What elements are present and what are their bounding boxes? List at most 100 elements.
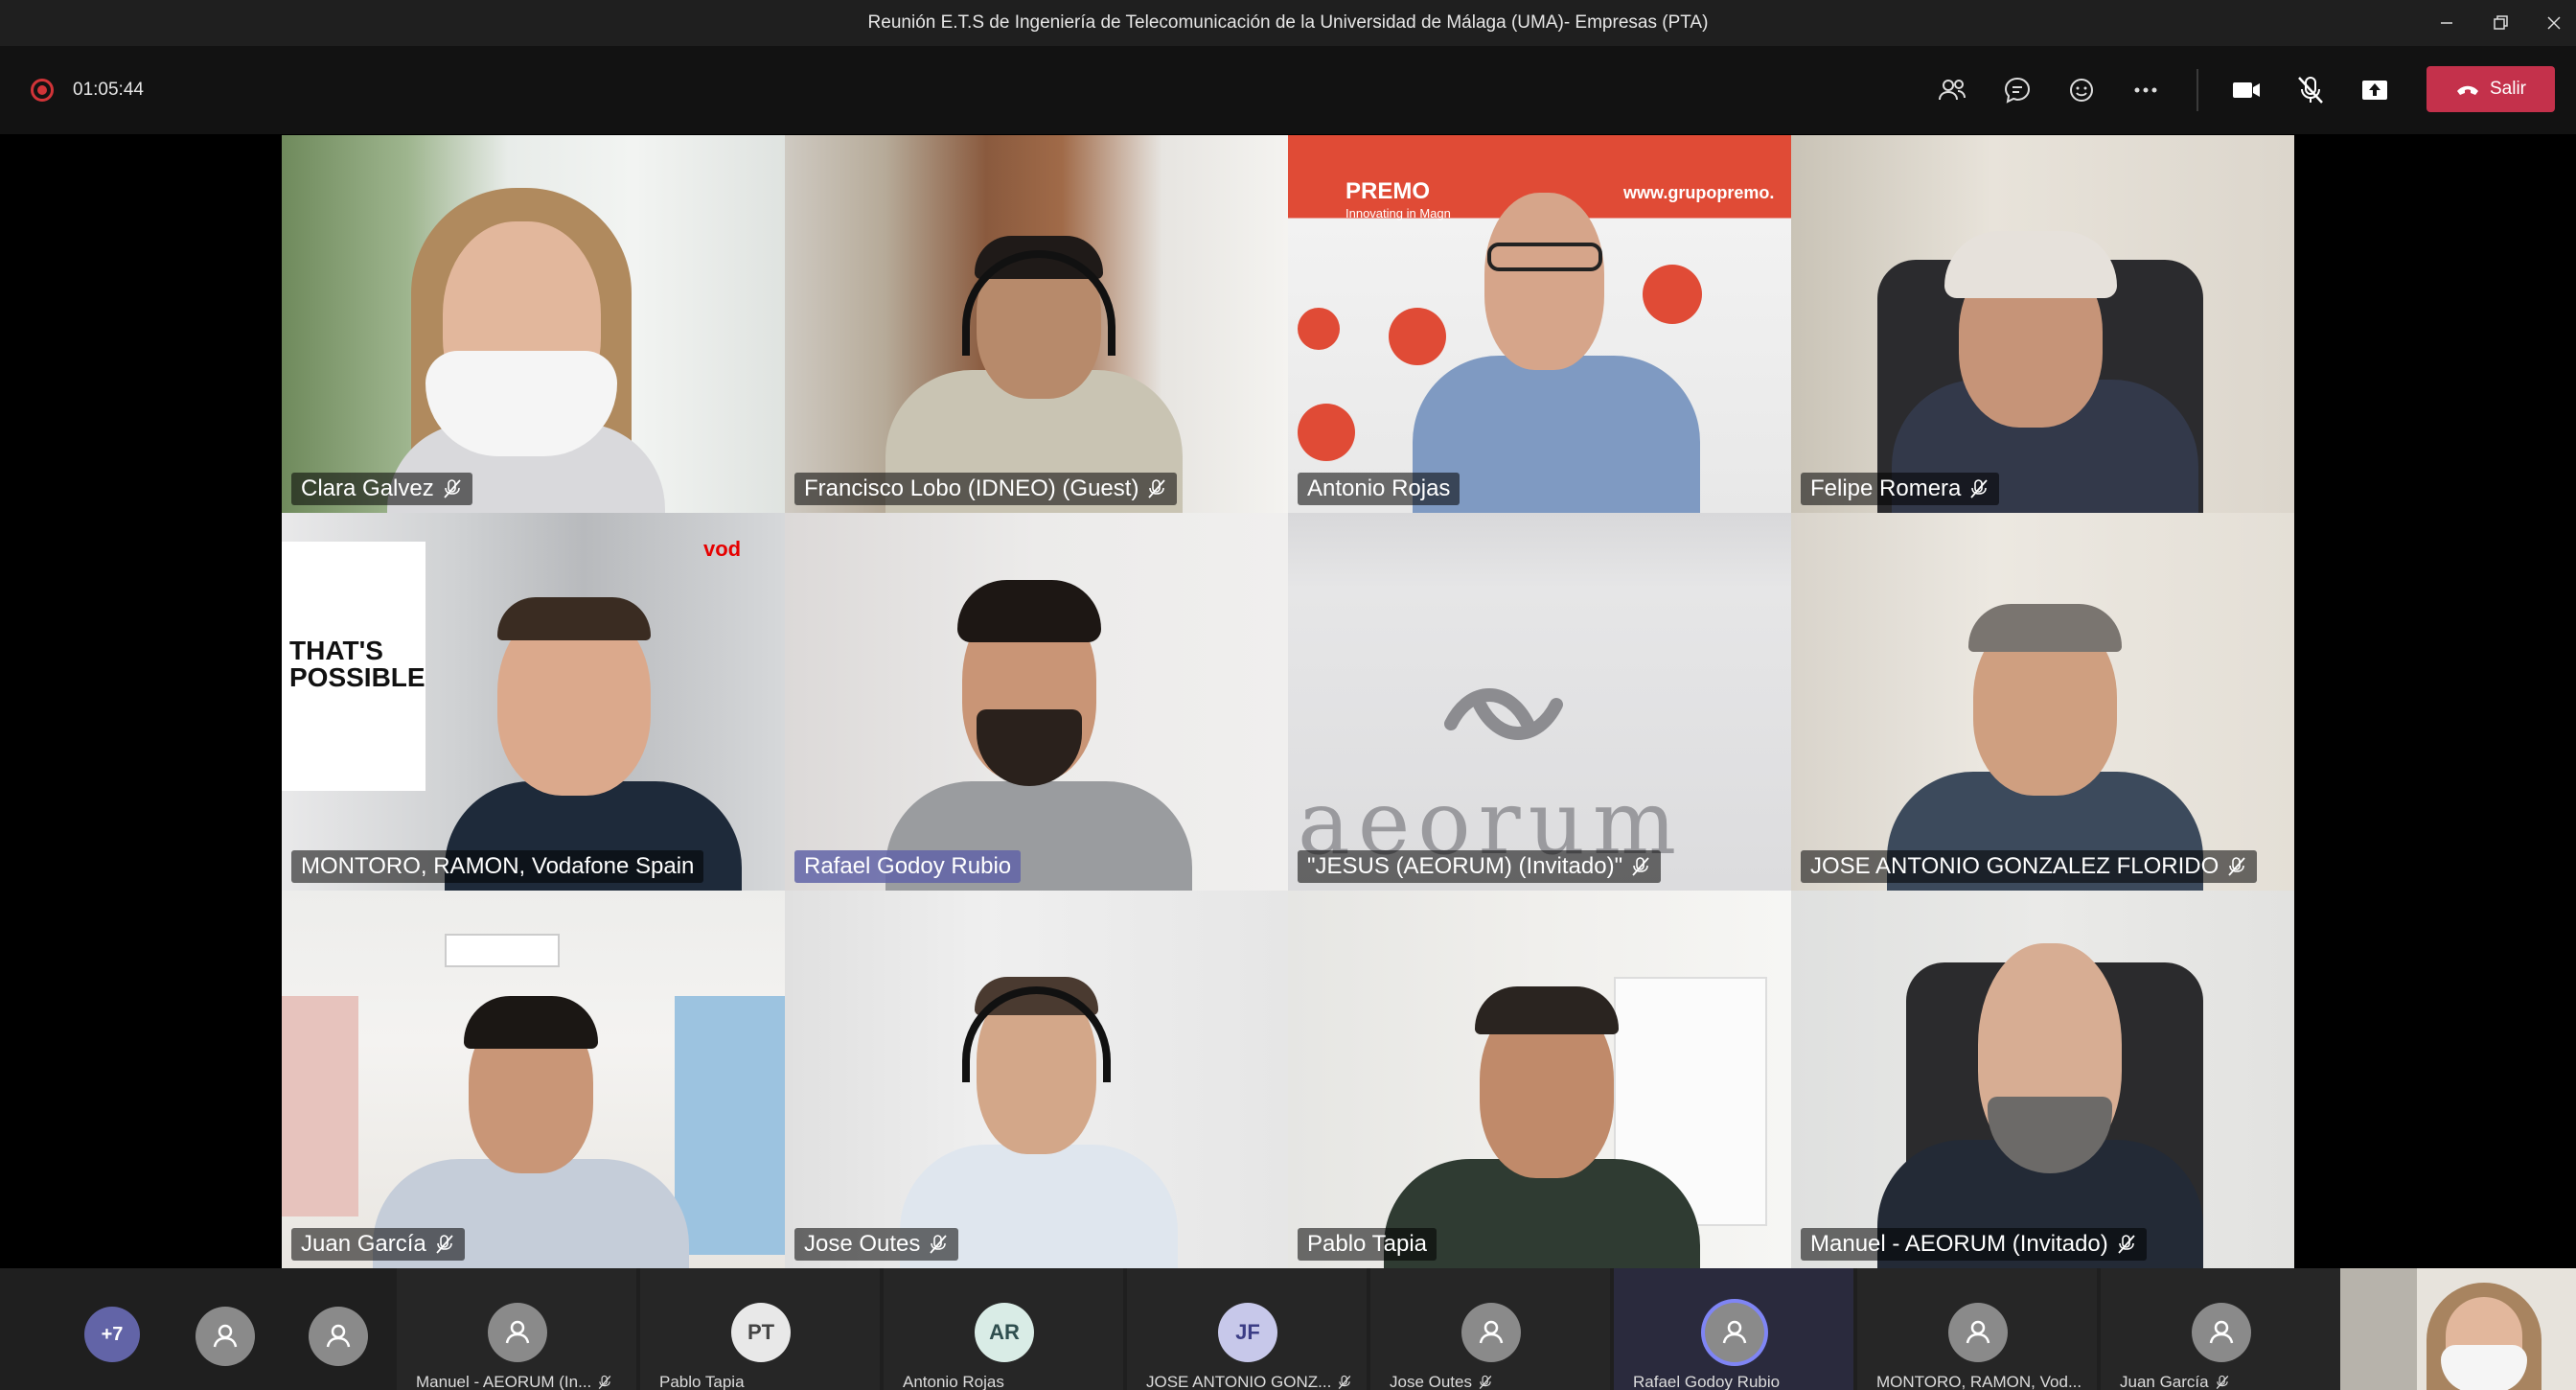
- participant-name-tag: Antonio Rojas: [1298, 473, 1460, 505]
- participant-avatar[interactable]: [196, 1307, 255, 1366]
- video-tile[interactable]: Clara Galvez: [282, 135, 785, 513]
- participant-label: Rafael Godoy Rubio: [1633, 1373, 1780, 1390]
- participant-name-tag: Jose Outes: [794, 1228, 959, 1261]
- person-icon: [326, 1324, 351, 1348]
- video-tile[interactable]: Pablo Tapia: [1288, 891, 1791, 1268]
- participant-name: Manuel - AEORUM (Invitado): [1810, 1231, 2108, 1257]
- ceiling-light: [445, 934, 560, 967]
- video-tile[interactable]: Manuel - AEORUM (Invitado): [1791, 891, 2294, 1268]
- participant-tile[interactable]: JF JOSE ANTONIO GONZ...: [1127, 1268, 1367, 1390]
- participant-name-tag: Francisco Lobo (IDNEO) (Guest): [794, 473, 1178, 505]
- video-tile[interactable]: Juan García: [282, 891, 785, 1268]
- person-icon: [1966, 1320, 1990, 1344]
- more-actions-button[interactable]: [2125, 69, 2167, 111]
- poster-text: THAT'S POSSIBLE: [289, 636, 426, 692]
- participant-name-tag: JOSE ANTONIO GONZALEZ FLORIDO: [1801, 850, 2258, 883]
- people-icon: [1939, 80, 1966, 101]
- participant-name: Manuel - AEORUM (In...: [416, 1373, 592, 1390]
- hang-up-icon: [2456, 85, 2478, 95]
- participant-label: Manuel - AEORUM (In...: [416, 1373, 612, 1390]
- participant-tile[interactable]: Jose Outes: [1370, 1268, 1610, 1390]
- participant-avatar: [1705, 1303, 1764, 1362]
- minimize-icon: [2441, 22, 2452, 24]
- mic-off-icon: [1970, 479, 1989, 498]
- participant-hair: [1968, 604, 2122, 652]
- video-tile[interactable]: Francisco Lobo (IDNEO) (Guest): [785, 135, 1288, 513]
- restore-button[interactable]: [2478, 6, 2522, 40]
- participant-tile[interactable]: MONTORO, RAMON, Vod...: [1857, 1268, 2097, 1390]
- video-tile[interactable]: aeorum "JESUS (AEORUM) (Invitado)": [1288, 513, 1791, 891]
- aeorum-logo-icon: [1444, 688, 1563, 740]
- participant-label: Pablo Tapia: [659, 1373, 745, 1390]
- decorative-circle: [1298, 308, 1340, 350]
- participant-tile[interactable]: PT Pablo Tapia: [640, 1268, 880, 1390]
- wall-poster: [282, 996, 358, 1216]
- participant-name: Rafael Godoy Rubio: [1633, 1373, 1781, 1390]
- participant-name-tag: Felipe Romera: [1801, 473, 2000, 505]
- person-icon: [505, 1320, 530, 1344]
- participant-tile[interactable]: Manuel - AEORUM (In...: [397, 1268, 636, 1390]
- participant-name: Jose Outes: [804, 1231, 921, 1257]
- participant-tile[interactable]: AR Antonio Rojas: [884, 1268, 1123, 1390]
- participant-name: Rafael Godoy Rubio: [804, 853, 1012, 879]
- wall-poster: [675, 996, 785, 1255]
- participant-avatar: [1461, 1303, 1521, 1362]
- camera-icon: [2233, 82, 2260, 98]
- self-view-video[interactable]: [2340, 1268, 2576, 1390]
- participant-name: Pablo Tapia: [659, 1373, 745, 1390]
- participant-avatar: [488, 1303, 547, 1362]
- participant-name: JOSE ANTONIO GONZ...: [1146, 1373, 1332, 1390]
- minimize-button[interactable]: [2425, 6, 2469, 40]
- close-icon: [2547, 16, 2561, 30]
- video-tile[interactable]: THAT'S POSSIBLE vod MONTORO, RAMON, Voda…: [282, 513, 785, 891]
- camera-button[interactable]: [2225, 69, 2267, 111]
- participants-button[interactable]: [1931, 69, 1973, 111]
- participant-tile[interactable]: Juan García: [2101, 1268, 2340, 1390]
- participant-avatar: AR: [975, 1303, 1034, 1362]
- participant-name: "JESUS (AEORUM) (Invitado)": [1307, 853, 1623, 879]
- participant-name: Antonio Rojas: [903, 1373, 1004, 1390]
- participant-name-tag: Clara Galvez: [291, 473, 472, 505]
- decorative-circle: [1298, 404, 1355, 461]
- participant-avatar: PT: [731, 1303, 791, 1362]
- toolbar-divider: [2196, 69, 2198, 111]
- participant-avatar: [1948, 1303, 2008, 1362]
- person-icon: [213, 1324, 238, 1348]
- restore-icon: [2494, 15, 2508, 30]
- window-title: Reunión E.T.S de Ingeniería de Telecomun…: [867, 12, 1709, 33]
- mic-off-icon: [1339, 1375, 1351, 1389]
- poster: THAT'S POSSIBLE: [282, 542, 426, 791]
- participant-hair: [1944, 231, 2117, 298]
- participant-name-tag: Juan García: [291, 1228, 465, 1261]
- participant-avatar: [2192, 1303, 2251, 1362]
- participant-tile[interactable]: Rafael Godoy Rubio: [1614, 1268, 1853, 1390]
- participant-name: Juan García: [301, 1231, 426, 1257]
- participant-name: Jose Outes: [1390, 1373, 1472, 1390]
- close-button[interactable]: [2532, 6, 2576, 40]
- participant-name: MONTORO, RAMON, Vodafone Spain: [301, 853, 695, 879]
- share-screen-button[interactable]: [2354, 69, 2396, 111]
- participant-avatar[interactable]: [309, 1307, 368, 1366]
- mic-off-icon: [2228, 857, 2245, 876]
- chat-button[interactable]: [1996, 69, 2038, 111]
- participant-hair: [464, 996, 598, 1049]
- video-tile[interactable]: Jose Outes: [785, 891, 1288, 1268]
- video-tile[interactable]: Rafael Godoy Rubio: [785, 513, 1288, 891]
- decorative-circle: [1389, 308, 1446, 365]
- participant-name: Francisco Lobo (IDNEO) (Guest): [804, 475, 1139, 501]
- overflow-participants-button[interactable]: +7: [84, 1307, 140, 1362]
- participant-name: Pablo Tapia: [1307, 1231, 1427, 1257]
- microphone-button[interactable]: [2289, 69, 2332, 111]
- reactions-button[interactable]: [2060, 69, 2103, 111]
- mic-off-icon: [444, 479, 461, 498]
- participant-label: Jose Outes: [1390, 1373, 1493, 1390]
- video-tile[interactable]: JOSE ANTONIO GONZALEZ FLORIDO: [1791, 513, 2294, 891]
- chat-icon: [2004, 77, 2031, 104]
- leave-button[interactable]: Salir: [2426, 66, 2555, 112]
- recording-icon: [31, 79, 54, 102]
- premo-tagline: Innovating in Magn: [1346, 206, 1451, 220]
- face-mask: [426, 351, 617, 456]
- video-tile[interactable]: Felipe Romera: [1791, 135, 2294, 513]
- mic-off-icon: [930, 1235, 948, 1254]
- video-tile[interactable]: PREMO Innovating in Magn www.grupopremo.…: [1288, 135, 1791, 513]
